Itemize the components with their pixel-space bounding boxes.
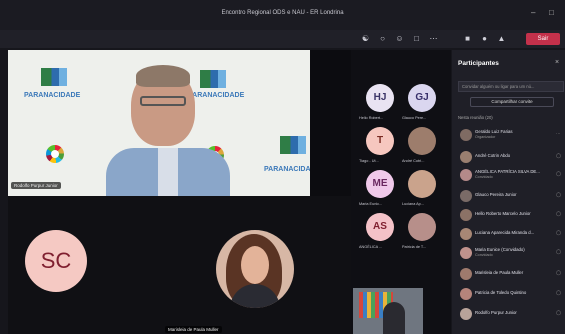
participant-thumb-label: Hello Robert... <box>359 116 384 120</box>
share-screen-icon[interactable]: ▲ <box>496 33 507 44</box>
paranacidade-logo-mark <box>280 136 306 154</box>
participant-thumb-label: Glauco Pere... <box>402 116 427 120</box>
participant-thumb-photo[interactable] <box>408 170 436 198</box>
more-actions-icon[interactable]: ⋯ <box>428 33 439 44</box>
avatar <box>460 268 472 280</box>
participant-thumb-label: Tiago - Ut... <box>359 159 379 163</box>
microphone-muted-icon: ◯ <box>556 270 562 275</box>
avatar <box>460 228 472 240</box>
leave-button[interactable]: Sair <box>526 33 560 45</box>
microphone-muted-icon: ◯ <box>556 171 562 176</box>
participant-thumb-label: André Cotri... <box>402 159 425 163</box>
participant-name[interactable]: Glauco Pereira Junior <box>475 192 517 197</box>
participant-thumb-label: Luciana Ap... <box>402 202 424 206</box>
participant-role: Convidado <box>475 175 493 179</box>
speaker-tie <box>158 148 178 196</box>
participant-thumb-hj[interactable]: HJ <box>366 84 394 112</box>
participant-name[interactable]: Geraldo Luiz Farias <box>475 129 513 134</box>
participant-name[interactable]: Luciana Aparecida Miranda d... <box>475 230 534 235</box>
avatar <box>460 308 472 320</box>
participants-panel-title: Participantes <box>458 60 499 67</box>
ods-wheel-icon <box>46 145 64 163</box>
camera-icon[interactable]: ■ <box>462 33 473 44</box>
participant-name[interactable]: Maria Eunice (Convidado) <box>475 247 525 252</box>
participant-name[interactable]: Rodolfo Purpur Junior <box>475 310 517 315</box>
teams-window: Encontro Regional ODS e NAU - ER Londrin… <box>0 0 565 334</box>
avatar <box>460 190 472 202</box>
microphone-muted-icon: ◯ <box>556 310 562 315</box>
participant-thumb-photo[interactable] <box>408 127 436 155</box>
participant-video-marisleia[interactable] <box>216 230 294 308</box>
speaker-video[interactable]: PARANACIDADE PARANACIDADE PARANACIDADE R… <box>8 50 310 196</box>
meeting-title: Encontro Regional ODS e NAU - ER Londrin… <box>221 10 344 16</box>
reactions-icon[interactable]: ☺ <box>394 33 405 44</box>
participant-thumb-photo[interactable] <box>408 213 436 241</box>
avatar <box>460 151 472 163</box>
avatar <box>460 169 472 181</box>
in-meeting-section-label[interactable]: Nesta reunião (20) <box>458 115 493 120</box>
self-view-person <box>383 302 405 334</box>
participant-thumb-as[interactable]: AS <box>366 213 394 241</box>
paranacidade-logo-text: PARANACIDADE <box>188 92 245 99</box>
minimize-button[interactable]: – <box>531 8 535 17</box>
participant-thumb-label: Maria Eunic... <box>359 202 383 206</box>
microphone-muted-icon: ◯ <box>556 211 562 216</box>
share-invite-button[interactable]: Compartilhar convite <box>470 97 554 107</box>
invite-search-input[interactable]: Convidar alguém ou ligar para um nú... <box>458 81 564 92</box>
participant-thumb-t[interactable]: T <box>366 127 394 155</box>
microphone-muted-icon: ◯ <box>556 290 562 295</box>
participant-face <box>241 246 269 284</box>
participant-name[interactable]: ANGÉLICA PATRÍCIA SILVA DE... <box>475 169 540 174</box>
speaker-video-edge <box>310 50 351 196</box>
microphone-icon[interactable]: ● <box>479 33 490 44</box>
avatar <box>460 247 472 259</box>
participant-thumb-label: Patricia de T... <box>402 245 426 249</box>
participant-role: Convidado <box>475 253 493 257</box>
microphone-muted-icon: ◯ <box>556 153 562 158</box>
participant-thumb-me[interactable]: ME <box>366 170 394 198</box>
bottom-name-tag: Marisleia de Paula Muller <box>165 326 222 333</box>
close-icon[interactable]: × <box>555 59 559 66</box>
maximize-button[interactable]: □ <box>549 8 554 17</box>
avatar <box>460 129 472 141</box>
meeting-toolbar: ☯ ○ ☺ □ ⋯ ■ ● ▲ <box>0 30 565 48</box>
microphone-muted-icon: ◯ <box>556 192 562 197</box>
paranacidade-logo-mark <box>41 68 67 86</box>
participant-name[interactable]: Marisleia de Paula Muller <box>475 270 523 275</box>
microphone-muted-icon: ◯ <box>556 230 562 235</box>
more-options-icon[interactable]: ⋯ <box>556 131 561 137</box>
participant-name[interactable]: Patricia de Toledo Quintino <box>475 290 526 295</box>
speaker-hair <box>136 65 190 87</box>
self-view-video[interactable] <box>353 288 423 334</box>
chat-icon[interactable]: ○ <box>377 33 388 44</box>
participant-name[interactable]: André Cotrin Abdo <box>475 153 510 158</box>
microphone-muted-icon: ◯ <box>556 249 562 254</box>
paranacidade-logo-text: PARANACIDADE <box>24 92 81 99</box>
participant-thumb-label: ANGÉLICA ... <box>359 245 383 249</box>
title-bar: Encontro Regional ODS e NAU - ER Londrin… <box>0 0 565 30</box>
avatar <box>460 209 472 221</box>
participants-icon[interactable]: ☯ <box>360 33 371 44</box>
participant-avatar-sc[interactable]: SC <box>25 230 87 292</box>
speaker-glasses <box>140 96 186 106</box>
paranacidade-logo-mark <box>200 70 226 88</box>
participant-name[interactable]: Hello Roberto Marcelo Junior <box>475 211 531 216</box>
participant-role: Organizador <box>475 135 496 139</box>
paranacidade-logo-text: PARANACIDADE <box>264 166 310 173</box>
speaker-name-tag: Rodolfo Purpur Junior <box>11 182 61 189</box>
participant-thumb-gj[interactable]: GJ <box>408 84 436 112</box>
avatar <box>460 288 472 300</box>
rooms-icon[interactable]: □ <box>411 33 422 44</box>
